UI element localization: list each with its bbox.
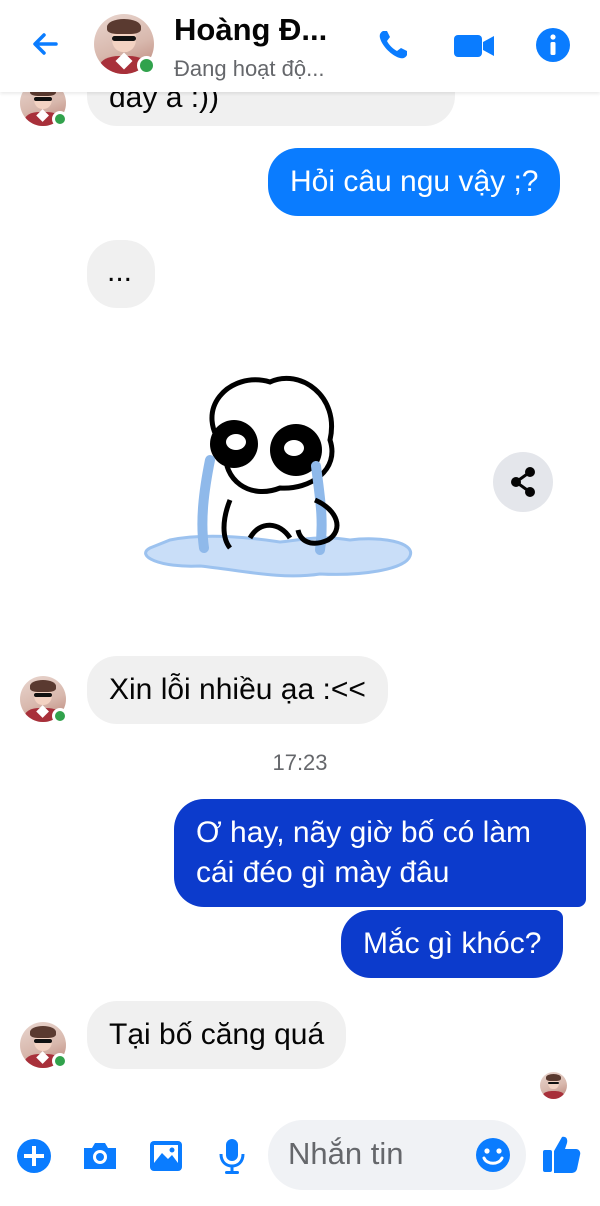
message-line: Ơ hay, nãy giờ bố có làm <box>196 816 531 849</box>
message-bubble-outgoing[interactable]: Ơ hay, nãy giờ bố có làm cái đéo gì mày … <box>174 799 586 907</box>
contact-status: Đang hoạt độ... <box>174 56 325 81</box>
online-indicator <box>52 1053 68 1069</box>
phone-icon[interactable] <box>372 24 414 66</box>
chat-header: Hoàng Đ... Đang hoạt độ... <box>0 0 600 92</box>
message-bubble-outgoing[interactable]: Mắc gì khóc? <box>341 910 564 978</box>
gallery-icon[interactable] <box>146 1136 186 1176</box>
thumbs-up-icon[interactable] <box>540 1132 582 1176</box>
message-bubble-incoming[interactable]: Tại bố căng quá <box>87 1001 347 1069</box>
back-arrow-icon[interactable] <box>26 24 66 64</box>
online-indicator <box>52 708 68 724</box>
emoji-icon[interactable] <box>474 1136 512 1174</box>
share-icon <box>511 467 535 497</box>
message-line: cái đéo gì mày đâu <box>196 856 450 889</box>
message-bubble-incoming[interactable]: Xin lỗi nhiều ạa :<< <box>87 656 388 724</box>
message-bubble-outgoing[interactable]: Hỏi câu ngu vậy ;? <box>268 148 561 216</box>
video-camera-icon[interactable] <box>452 24 496 66</box>
camera-icon[interactable] <box>80 1136 120 1176</box>
message-timestamp: 17:23 <box>272 750 328 775</box>
microphone-icon[interactable] <box>212 1136 252 1176</box>
contact-name[interactable]: Hoàng Đ... <box>174 12 327 48</box>
share-button[interactable] <box>493 452 553 512</box>
info-icon[interactable] <box>532 24 574 66</box>
message-input[interactable]: Nhắn tin <box>268 1120 526 1190</box>
plus-icon[interactable] <box>14 1136 54 1176</box>
seen-receipt-avatar <box>540 1072 567 1099</box>
online-indicator <box>137 56 156 75</box>
crying-sticker[interactable] <box>130 370 430 610</box>
message-bubble-incoming[interactable]: ... <box>87 240 155 308</box>
message-input-placeholder: Nhắn tin <box>288 1136 404 1171</box>
online-indicator <box>52 111 68 127</box>
